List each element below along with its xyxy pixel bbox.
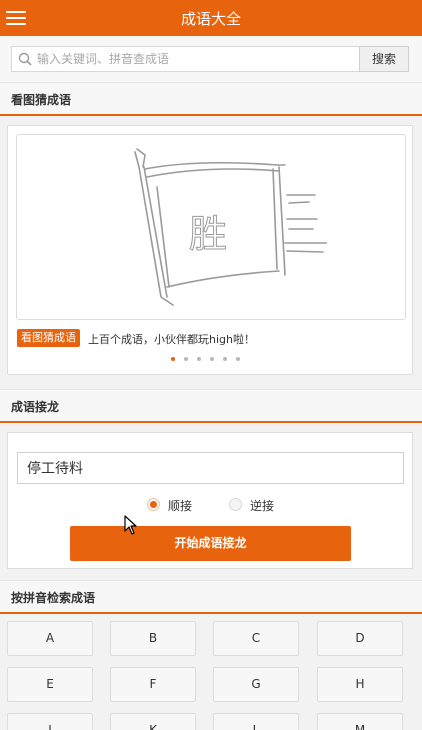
pinyin-key-m[interactable]: M — [317, 713, 403, 730]
puzzle-character: 胜 — [189, 212, 227, 256]
search-input[interactable] — [37, 47, 357, 71]
radio-label: 逆接 — [250, 499, 275, 513]
app-header: 成语大全 — [0, 0, 422, 36]
section-header-pinyin: 按拼音检索成语 — [0, 580, 422, 614]
pinyin-key-f[interactable]: F — [110, 667, 196, 702]
carousel-dot[interactable] — [236, 357, 240, 361]
search-box[interactable] — [11, 46, 360, 72]
radio-label: 顺接 — [168, 499, 193, 513]
search-bar: 搜索 — [0, 36, 422, 82]
flag-sketch-image: 胜 — [134, 148, 327, 306]
mouse-cursor-icon — [124, 515, 137, 535]
pinyin-key-l[interactable]: L — [213, 713, 299, 730]
radio-selected-icon — [147, 498, 160, 511]
pinyin-key-k[interactable]: K — [110, 713, 196, 730]
pinyin-key-d[interactable]: D — [317, 621, 403, 656]
pinyin-key-a[interactable]: A — [7, 621, 93, 656]
start-solitaire-button[interactable]: 开始成语接龙 — [70, 526, 351, 561]
puzzle-image[interactable]: 胜 — [16, 134, 406, 320]
app-title: 成语大全 — [180, 10, 241, 28]
pinyin-key-c[interactable]: C — [213, 621, 299, 656]
radio-unselected-icon — [229, 498, 242, 511]
section-title: 按拼音检索成语 — [11, 591, 96, 605]
section-title: 成语接龙 — [11, 400, 60, 414]
guess-tag[interactable]: 看图猜成语 — [17, 329, 80, 347]
pinyin-key-b[interactable]: B — [110, 621, 196, 656]
pinyin-key-h[interactable]: H — [317, 667, 403, 702]
carousel-dot[interactable] — [197, 357, 201, 361]
pinyin-key-e[interactable]: E — [7, 667, 93, 702]
guess-idiom-card: 胜 看图猜成语 上百个成语，小伙伴都玩high啦！ — [7, 125, 413, 375]
carousel-dot[interactable] — [171, 357, 175, 361]
search-button[interactable]: 搜索 — [359, 46, 409, 72]
pinyin-key-j[interactable]: J — [7, 713, 93, 730]
search-icon — [18, 52, 32, 66]
guess-caption: 上百个成语，小伙伴都玩high啦！ — [88, 333, 255, 346]
carousel-dot[interactable] — [184, 357, 188, 361]
idiom-input[interactable] — [17, 452, 404, 484]
carousel-dot[interactable] — [210, 357, 214, 361]
carousel-indicator — [171, 355, 240, 363]
carousel-dot[interactable] — [223, 357, 227, 361]
section-title: 看图猜成语 — [11, 93, 72, 107]
section-header-solitaire: 成语接龙 — [0, 389, 422, 423]
pinyin-key-g[interactable]: G — [213, 667, 299, 702]
solitaire-card: 顺接 逆接 开始成语接龙 — [7, 432, 413, 569]
section-header-guess: 看图猜成语 — [0, 82, 422, 116]
